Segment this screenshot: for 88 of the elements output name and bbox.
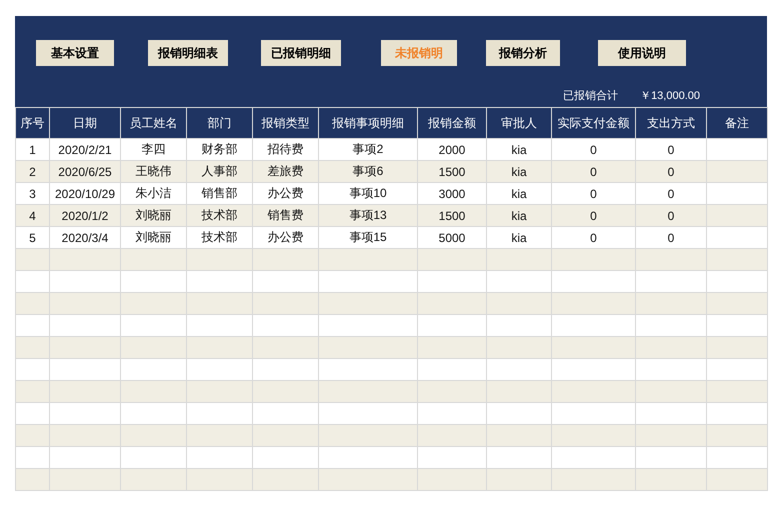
table-cell: 2 [16, 160, 50, 182]
table-cell: kia [486, 160, 552, 182]
table-cell [706, 248, 768, 270]
column-header: 报销类型 [252, 108, 318, 138]
table-cell [50, 336, 120, 358]
table-cell [186, 468, 252, 490]
nav-button[interactable]: 报销明细表 [148, 40, 228, 66]
table-cell: 人事部 [186, 160, 252, 182]
nav-button[interactable]: 报销分析 [486, 40, 560, 66]
table-cell [120, 336, 186, 358]
table-cell [418, 292, 486, 314]
table-cell [50, 292, 120, 314]
table-cell: 0 [636, 160, 706, 182]
table-cell: 事项6 [318, 160, 418, 182]
table-cell [636, 292, 706, 314]
nav-button[interactable]: 使用说明 [598, 40, 686, 66]
table-cell: 差旅费 [252, 160, 318, 182]
table-cell [252, 336, 318, 358]
table-cell [120, 248, 186, 270]
table-cell: 0 [636, 204, 706, 226]
table-cell [252, 380, 318, 402]
table-cell [486, 248, 552, 270]
nav-button[interactable]: 基本设置 [36, 40, 114, 66]
table-cell: 王晓伟 [120, 160, 186, 182]
table-cell: 2020/6/25 [50, 160, 120, 182]
column-header: 日期 [50, 108, 120, 138]
column-header: 支出方式 [636, 108, 706, 138]
table-cell: 1500 [418, 204, 486, 226]
table-cell [636, 248, 706, 270]
table-cell [186, 292, 252, 314]
nav-button[interactable]: 已报销明细 [261, 40, 341, 66]
table-cell [486, 336, 552, 358]
table-cell: 刘晓丽 [120, 204, 186, 226]
table-cell [418, 468, 486, 490]
table-cell [186, 248, 252, 270]
table-cell [120, 424, 186, 446]
table-cell [636, 468, 706, 490]
table-cell [418, 248, 486, 270]
table-cell [120, 292, 186, 314]
column-header: 实际支付金额 [552, 108, 636, 138]
table-cell [706, 380, 768, 402]
table-cell: 0 [552, 160, 636, 182]
table-cell [50, 248, 120, 270]
table-cell: 1500 [418, 160, 486, 182]
table-cell [186, 424, 252, 446]
table-cell: kia [486, 204, 552, 226]
column-header: 序号 [16, 108, 50, 138]
table-cell [486, 468, 552, 490]
column-header: 报销事项明细 [318, 108, 418, 138]
table-cell [50, 380, 120, 402]
table-cell: 事项13 [318, 204, 418, 226]
column-header: 备注 [706, 108, 768, 138]
table-cell [706, 424, 768, 446]
table-cell [50, 468, 120, 490]
column-header: 部门 [186, 108, 252, 138]
table-cell [636, 424, 706, 446]
table-cell [120, 380, 186, 402]
table-cell: 销售费 [252, 204, 318, 226]
table-cell [50, 424, 120, 446]
column-header: 员工姓名 [120, 108, 186, 138]
table-cell [486, 292, 552, 314]
table-cell [252, 292, 318, 314]
table-cell [636, 336, 706, 358]
table-cell: 4 [16, 204, 50, 226]
table-cell [120, 468, 186, 490]
column-header: 报销金额 [418, 108, 486, 138]
table-cell [252, 248, 318, 270]
table-cell [486, 380, 552, 402]
table-cell [706, 204, 768, 226]
table-cell [636, 380, 706, 402]
column-header: 审批人 [486, 108, 552, 138]
table-cell [252, 424, 318, 446]
table-cell [486, 424, 552, 446]
table-cell [706, 336, 768, 358]
table-cell [186, 336, 252, 358]
table-cell [418, 424, 486, 446]
table-cell [418, 336, 486, 358]
table-cell [418, 380, 486, 402]
summary-value: ￥13,000.00 [640, 89, 700, 103]
table-cell [706, 160, 768, 182]
table-cell: 0 [552, 204, 636, 226]
table-cell [252, 468, 318, 490]
table-cell [186, 380, 252, 402]
table-cell [706, 292, 768, 314]
table-cell [706, 468, 768, 490]
table-cell: 2020/1/2 [50, 204, 120, 226]
table-cell: 技术部 [186, 204, 252, 226]
summary-label: 已报销合计 [563, 89, 618, 103]
